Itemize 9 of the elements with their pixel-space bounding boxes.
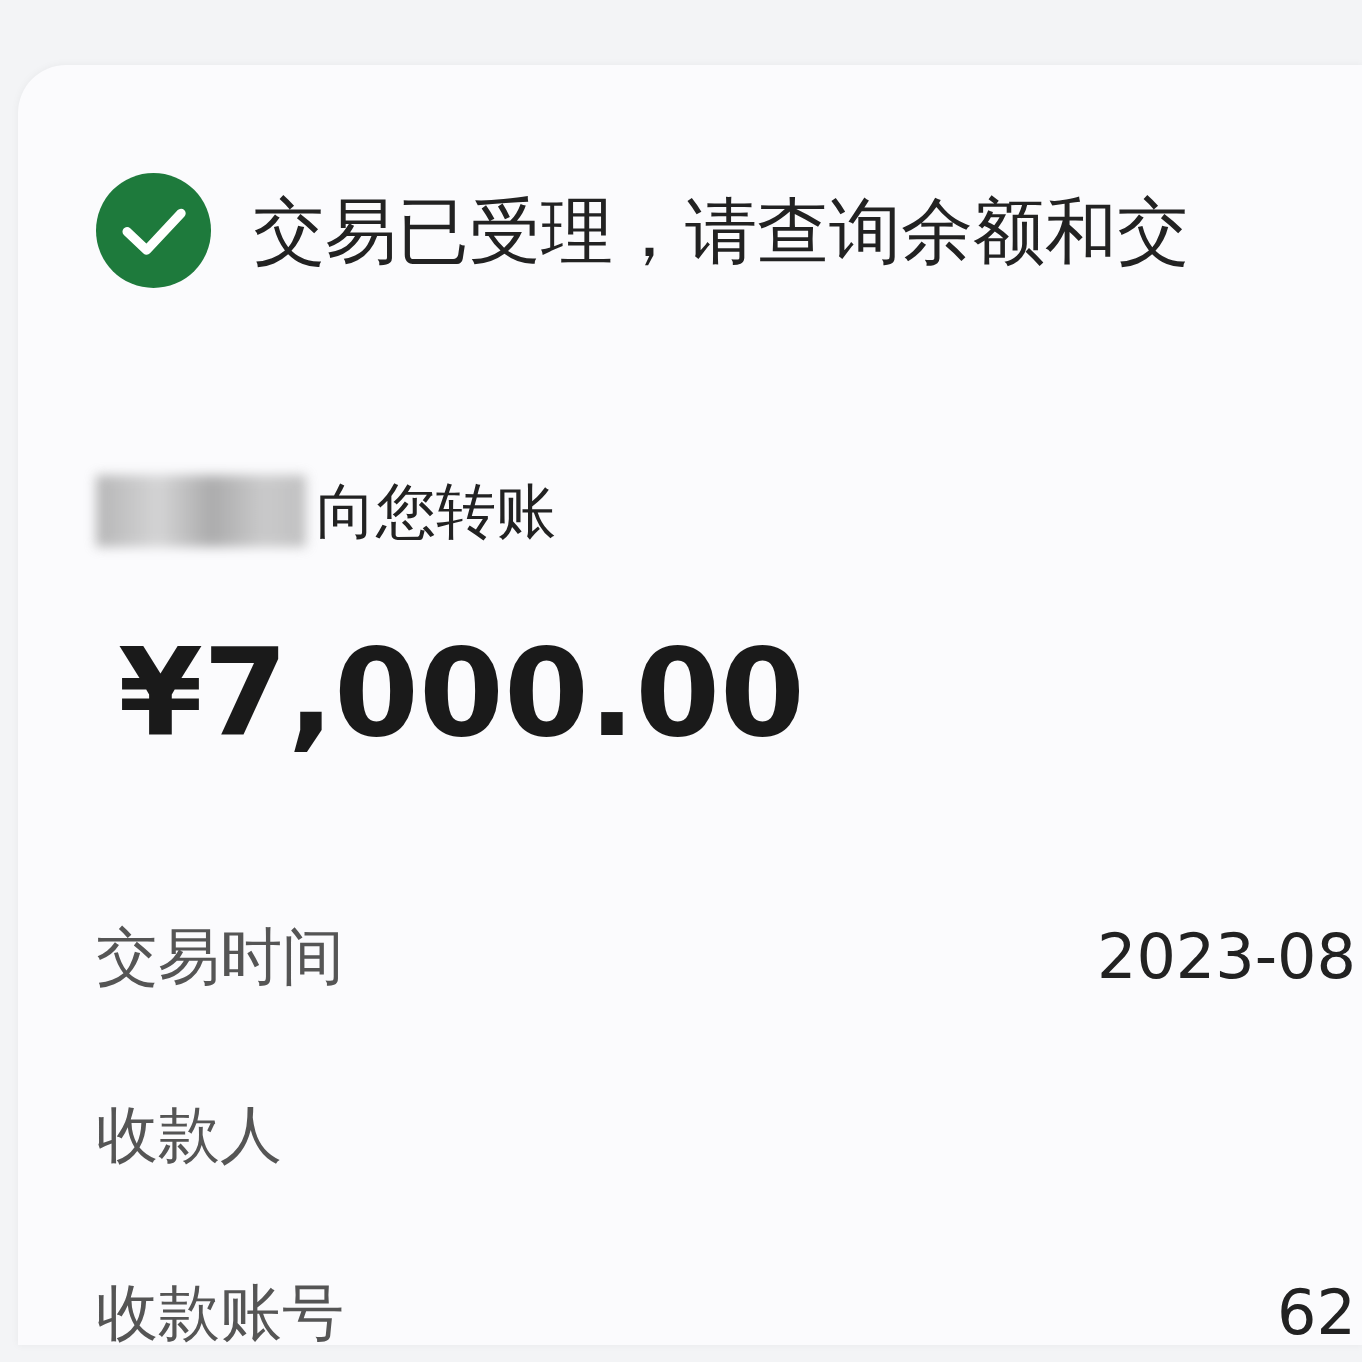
status-message: 交易已受理，请查询余额和交 [253, 194, 1189, 267]
check-icon [96, 173, 211, 288]
transfer-amount: ¥7,000.00 [118, 626, 806, 761]
detail-label: 交易时间 [96, 919, 344, 996]
detail-value: 62 [1277, 1275, 1356, 1345]
detail-value: 2023-08 [1096, 919, 1356, 996]
detail-label: 收款人 [96, 1097, 282, 1174]
detail-label: 收款账号 [96, 1275, 344, 1345]
transfer-text: 向您转账 [316, 475, 556, 548]
